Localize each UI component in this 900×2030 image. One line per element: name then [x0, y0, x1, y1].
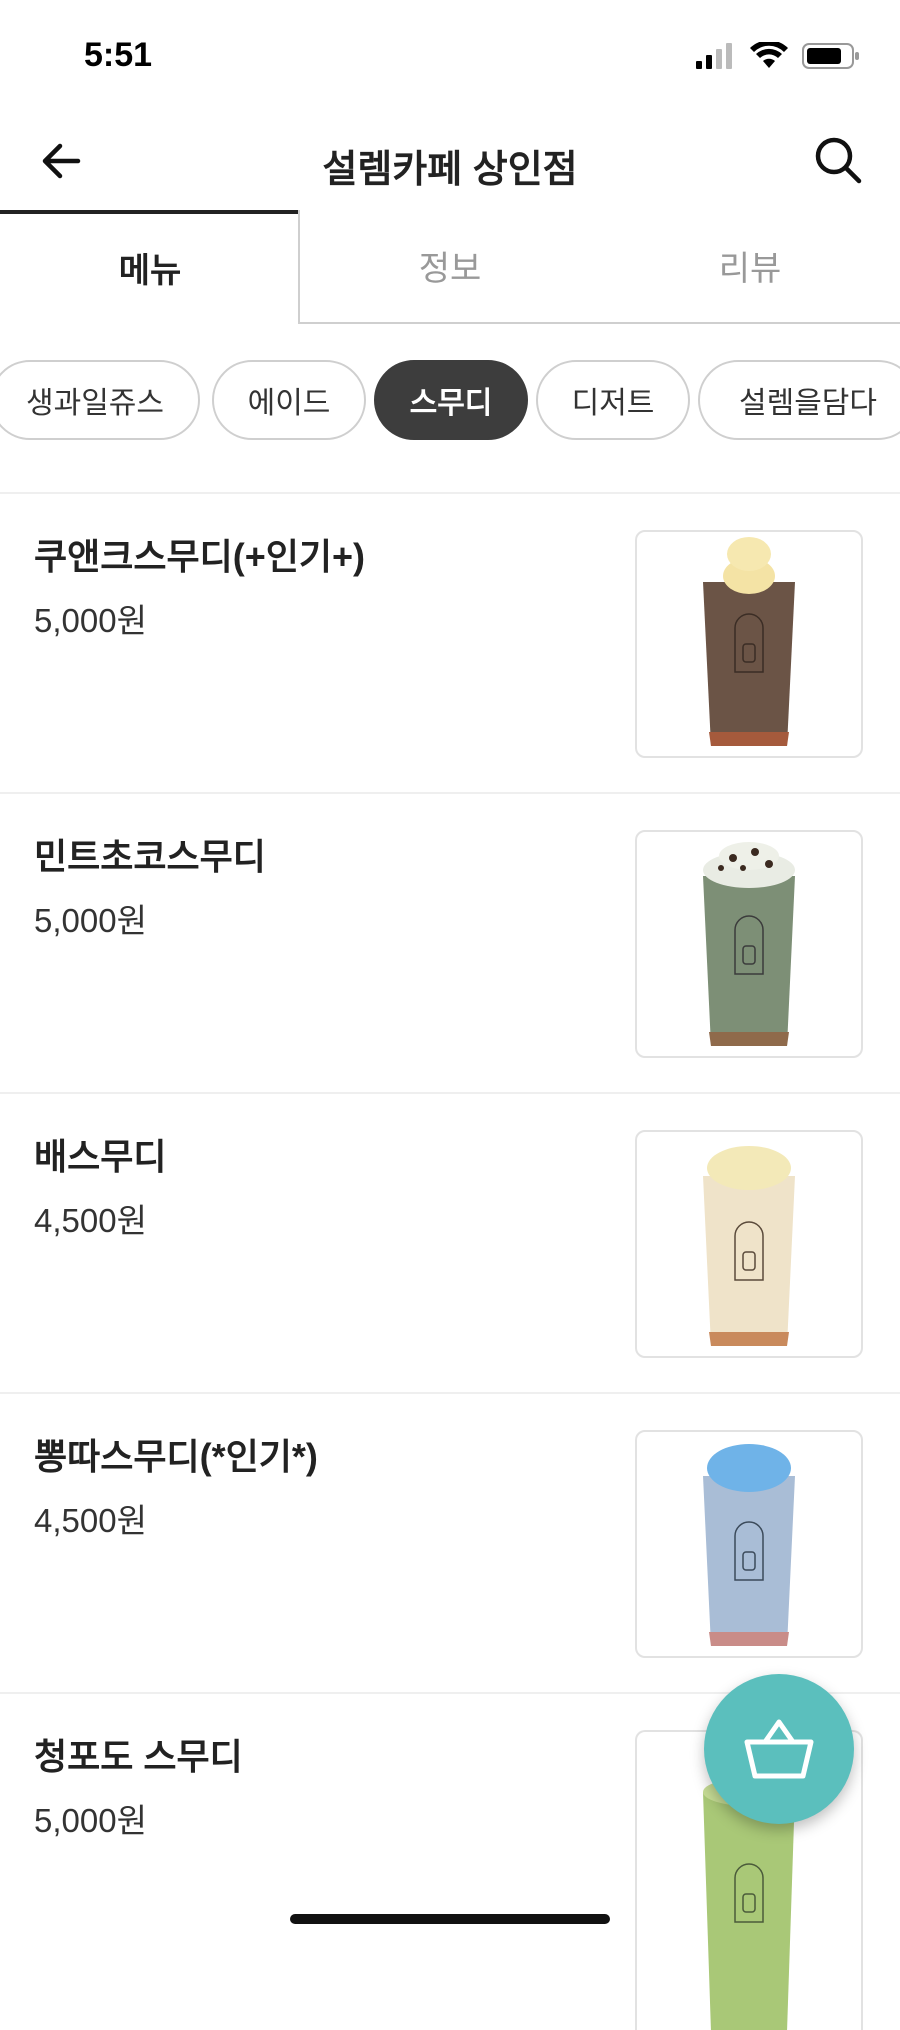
item-name: 뽕따스무디(*인기*) — [34, 1436, 318, 1477]
basket-icon — [744, 1719, 814, 1779]
tab-bar: 메뉴 정보 리뷰 — [0, 210, 900, 324]
search-button[interactable] — [812, 134, 864, 186]
home-indicator — [290, 1914, 610, 1924]
item-price: 4,500원 — [34, 1502, 147, 1539]
chip-fresh-juice[interactable]: 생과일쥬스 — [0, 360, 200, 440]
mint-choco-smoothie-image — [703, 842, 795, 1046]
item-name: 민트초코스무디 — [34, 836, 266, 877]
status-icons — [696, 42, 860, 70]
item-price: 4,500원 — [34, 1202, 147, 1239]
chip-ade[interactable]: 에이드 — [212, 360, 366, 440]
cookies-cream-smoothie-image — [703, 537, 795, 746]
item-price: 5,000원 — [34, 902, 147, 939]
cart-button[interactable] — [704, 1674, 854, 1824]
item-photo — [635, 1130, 863, 1358]
pear-smoothie-image — [703, 1146, 795, 1346]
item-photo — [635, 830, 863, 1058]
header: 설렘카페 상인점 — [0, 110, 900, 210]
chip-dessert[interactable]: 디저트 — [536, 360, 690, 440]
item-name: 쿠앤크스무디(+인기+) — [34, 536, 365, 577]
status-time: 5:51 — [84, 36, 153, 74]
item-photo — [635, 530, 863, 758]
battery-icon — [802, 43, 859, 69]
menu-item[interactable]: 뽕따스무디(*인기*) 4,500원 — [0, 1392, 900, 1692]
chip-seollem[interactable]: 설렘을담다 — [698, 360, 900, 440]
menu-item[interactable]: 쿠앤크스무디(+인기+) 5,000원 — [0, 492, 900, 792]
tab-menu[interactable]: 메뉴 — [0, 210, 300, 320]
wifi-icon — [750, 42, 788, 68]
tab-divider — [298, 210, 300, 324]
item-photo — [635, 1430, 863, 1658]
status-bar: 5:51 — [0, 0, 900, 110]
ppongtta-smoothie-image — [703, 1444, 795, 1646]
chip-smoothie[interactable]: 스무디 — [374, 360, 528, 440]
tab-info[interactable]: 정보 — [300, 210, 600, 320]
item-name: 청포도 스무디 — [34, 1736, 243, 1777]
tab-reviews[interactable]: 리뷰 — [600, 210, 900, 320]
cellular-signal-icon — [696, 43, 732, 69]
menu-item[interactable]: 배스무디 4,500원 — [0, 1092, 900, 1392]
page-title: 설렘카페 상인점 — [322, 149, 578, 191]
tab-underline — [300, 322, 900, 324]
item-name: 배스무디 — [34, 1136, 167, 1177]
menu-item[interactable]: 민트초코스무디 5,000원 — [0, 792, 900, 1092]
item-price: 5,000원 — [34, 602, 147, 639]
item-price: 5,000원 — [34, 1802, 147, 1839]
search-icon — [815, 137, 862, 184]
category-chips: 생과일쥬스 에이드 스무디 디저트 설렘을담다 — [0, 360, 900, 444]
